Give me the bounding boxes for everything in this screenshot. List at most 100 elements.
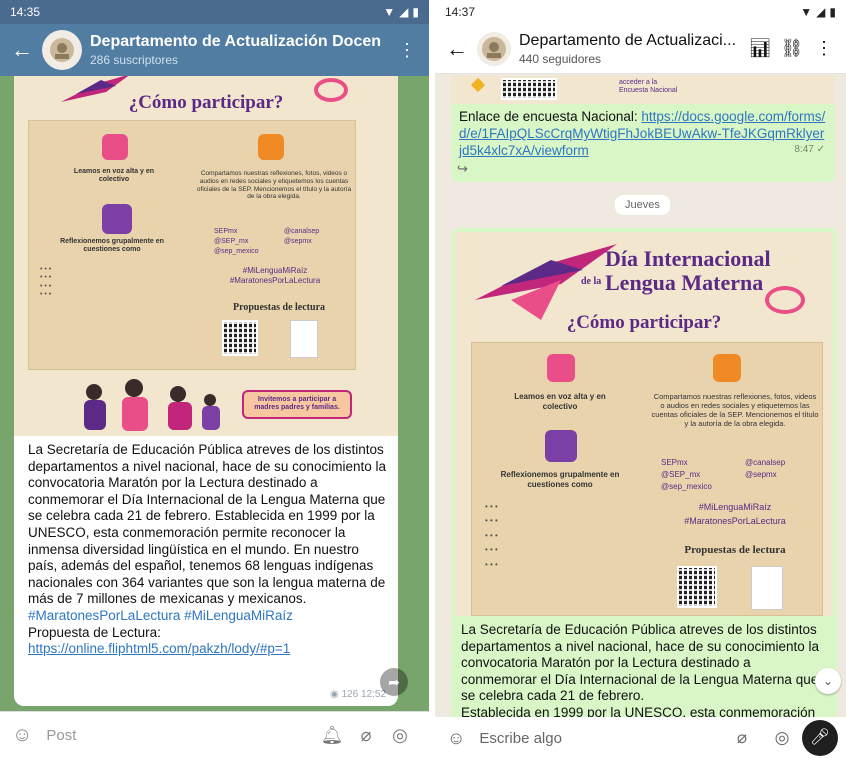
input-bar: ☺ Post 🔔︎ ⌀ ◎ xyxy=(0,711,429,759)
poster-title-1: Día Internacional xyxy=(605,246,771,271)
social-sepmx-ig: @sepmx xyxy=(284,238,312,245)
social-sep-mexico: @sep_mexico xyxy=(661,482,712,491)
channel-post: ¿Cómo participar? Leamos en voz alta y e… xyxy=(14,76,398,706)
social-sep-mx: @SEP_mx xyxy=(214,238,249,245)
post-text: La Secretaría de Educación Pública atrev… xyxy=(455,616,833,718)
channel-info[interactable]: Departamento de Actualizaci... 440 segui… xyxy=(519,32,744,66)
day-separator: Jueves xyxy=(615,195,670,215)
qr-code xyxy=(222,320,258,356)
poster-propuestas: Propuestas de lectura xyxy=(684,544,786,556)
poster-step-2: Reflexionemos grupalmente en cuestiones … xyxy=(60,238,164,254)
post-hashtags[interactable]: #MaratonesPorLaLectura #MiLenguaMiRaíz xyxy=(28,608,293,623)
poster-propuestas: Propuestas de lectura xyxy=(232,302,326,313)
seal-icon xyxy=(50,38,74,62)
poster-hashtags: #MiLenguaMiRaíz #MaratonesPorLaLectura xyxy=(229,266,321,286)
discussion-icon xyxy=(545,430,577,462)
poster-heading: ¿Cómo participar? xyxy=(566,312,722,333)
post-text: La Secretaría de Educación Pública atrev… xyxy=(14,436,398,658)
poster-strip[interactable]: acceder a la Encuesta Nacional xyxy=(451,76,835,104)
social-sep-mexico: @sep_mexico xyxy=(214,248,259,255)
post-propuesta-label: Propuesta de Lectura: xyxy=(28,624,161,640)
channel-avatar[interactable] xyxy=(42,30,82,70)
channel-info[interactable]: Departamento de Actualización Docen 286 … xyxy=(90,33,391,67)
star-icon xyxy=(470,77,486,93)
battery-icon: ▮ xyxy=(412,5,419,19)
qr-code xyxy=(501,78,557,100)
more-vert-icon[interactable]: ⋮ xyxy=(391,40,423,61)
social-sepmx: SEPmx xyxy=(214,228,238,235)
poster-image[interactable]: Día Internacional de la Lengua Materna ¿… xyxy=(455,232,833,616)
status-bar: 14:35 ▼ ◢ ▮ xyxy=(0,0,429,24)
wifi-icon: ▼ xyxy=(800,5,813,19)
channel-title: Departamento de Actualización Docen xyxy=(90,33,382,50)
poster-image[interactable]: ¿Cómo participar? Leamos en voz alta y e… xyxy=(14,76,398,436)
sticker-icon[interactable]: ☺ xyxy=(447,728,465,749)
qr-code xyxy=(677,566,717,608)
message-input[interactable]: Escribe algo xyxy=(465,730,722,747)
poll-icon[interactable]: 📊︎ xyxy=(744,38,776,59)
attach-icon[interactable]: ⌀ xyxy=(349,725,383,746)
book-cover xyxy=(290,320,318,358)
status-time: 14:37 xyxy=(445,5,476,19)
share-icon xyxy=(713,354,741,382)
seal-icon xyxy=(482,36,506,61)
forward-icon[interactable]: ➦ xyxy=(380,668,408,696)
book-cover xyxy=(751,566,783,610)
poster-hashtag-2: #MaratonesPorLaLectura xyxy=(684,516,786,526)
social-sepmx: SEPmx xyxy=(661,458,688,467)
survey-label: Enlace de encuesta Nacional: xyxy=(459,109,642,124)
poster-questions: • • • • • • • • • • • • xyxy=(40,266,52,299)
poster-step-3: Compartamos nuestras reflexiones, fotos,… xyxy=(196,170,352,201)
signal-icon: ◢ xyxy=(816,5,826,19)
chat-header: ← Departamento de Actualizaci... 440 seg… xyxy=(435,24,846,74)
poster-title-3: Lengua Materna xyxy=(605,270,764,295)
emoji-icon[interactable]: ☺ xyxy=(12,724,32,747)
back-arrow-icon[interactable]: ← xyxy=(441,36,473,62)
signal-icon: ◢ xyxy=(399,5,409,19)
battery-icon: ▮ xyxy=(829,5,836,19)
poster-step-2: Reflexionemos grupalmente en cuestiones … xyxy=(500,470,620,489)
post-body: La Secretaría de Educación Pública atrev… xyxy=(28,442,386,607)
channel-avatar[interactable] xyxy=(477,31,511,66)
poster-hashtag-1: #MiLenguaMiRaíz xyxy=(698,502,772,512)
poster-heading: ¿Cómo participar? xyxy=(128,92,284,113)
social-canalsep: @canalsep xyxy=(284,228,320,235)
poster-step-1: Leamos en voz alta y en colectivo xyxy=(514,392,606,411)
whatsapp-screen: 14:37 ▼ ◢ ▮ ← Departamento de Actualizac… xyxy=(435,0,846,759)
bell-icon[interactable]: 🔔︎ xyxy=(315,725,349,746)
post-body: La Secretaría de Educación Pública atrev… xyxy=(461,622,819,704)
telegram-screen: 14:35 ▼ ◢ ▮ ← Departamento de Actualizac… xyxy=(0,0,429,759)
poster-title-2: de la xyxy=(581,276,602,287)
post-meta: ◉ 126 12:52 xyxy=(330,689,386,700)
poster-step-1: Leamos en voz alta y en colectivo xyxy=(73,168,155,184)
survey-text: Enlace de encuesta Nacional: https://doc… xyxy=(451,104,835,163)
input-bar: ☺ Escribe algo ⌀ ◎ 🎤︎ xyxy=(435,717,846,759)
forward-icon[interactable]: ↪ xyxy=(457,161,468,177)
eye-icon: ◉ xyxy=(329,689,339,700)
wifi-icon: ▼ xyxy=(383,5,396,19)
subscriber-count: 286 suscriptores xyxy=(90,53,179,67)
discussion-icon xyxy=(102,204,132,234)
status-time: 14:35 xyxy=(10,5,41,19)
camera-icon[interactable]: ◎ xyxy=(762,728,802,748)
back-arrow-icon[interactable]: ← xyxy=(6,37,38,63)
read-aloud-icon xyxy=(102,134,128,160)
attach-icon[interactable]: ⌀ xyxy=(722,728,762,748)
camera-icon[interactable]: ◎ xyxy=(383,725,417,746)
poster-questions: • • • • • • • • • • • • • • • xyxy=(485,502,498,569)
social-canalsep: @canalsep xyxy=(745,458,786,467)
poster-step-3: Compartamos nuestras reflexiones, fotos,… xyxy=(651,392,819,428)
link-icon[interactable]: ⛓ xyxy=(776,38,808,59)
social-sep-mx: @SEP_mx xyxy=(661,470,701,479)
poster-invite: Invitemos a participar a madres padres y… xyxy=(242,390,352,419)
read-aloud-icon xyxy=(547,354,575,382)
more-vert-icon[interactable]: ⋮ xyxy=(808,38,840,59)
message-time: 8:47 ✓ xyxy=(794,144,825,155)
mic-icon[interactable]: 🎤︎ xyxy=(802,720,838,756)
follower-count: 440 seguidores xyxy=(519,51,602,66)
swirl-decoration xyxy=(765,286,805,314)
post-link[interactable]: https://online.fliphtml5.com/pakzh/lody/… xyxy=(28,641,290,656)
scroll-down-icon[interactable]: ⌄ xyxy=(815,668,841,694)
post-input[interactable]: Post xyxy=(32,727,315,744)
chat-header: ← Departamento de Actualización Docen 28… xyxy=(0,24,429,76)
